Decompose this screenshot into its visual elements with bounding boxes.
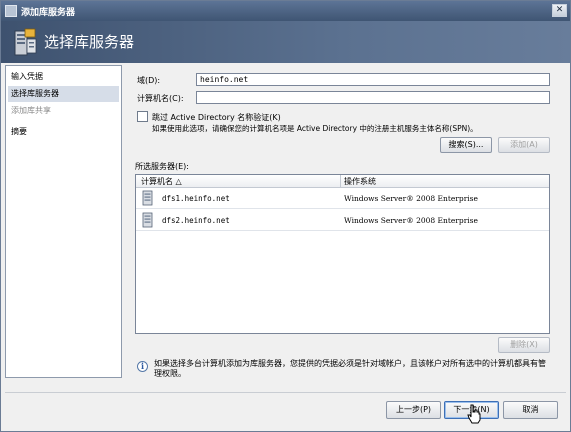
server-name: dfs1.heinfo.net bbox=[162, 194, 230, 203]
info-icon: i bbox=[137, 361, 148, 372]
window-title: 添加库服务器 bbox=[21, 8, 76, 18]
selected-servers-label: 所选服务器(E): bbox=[135, 162, 189, 171]
selected-servers-list[interactable]: 计算机名 △ 操作系统 dfs1.heinfo.net Windows Serv… bbox=[135, 174, 550, 334]
computer-name-field[interactable] bbox=[196, 91, 550, 104]
server-icon bbox=[142, 212, 153, 228]
skip-ad-validation-note: 如果使用此选项，请确保您的计算机名项是 Active Directory 中的注… bbox=[152, 124, 478, 133]
back-button[interactable]: 上一步(P) bbox=[386, 401, 441, 419]
wizard-banner: 选择库服务器 bbox=[1, 21, 570, 63]
table-row[interactable]: dfs2.heinfo.net Windows Server® 2008 Ent… bbox=[136, 210, 549, 231]
sidebar-item-enter-credentials[interactable]: 输入凭据 bbox=[8, 69, 119, 85]
server-os: Windows Server® 2008 Enterprise bbox=[344, 194, 478, 203]
sidebar-item-add-library-shares[interactable]: 添加库共享 bbox=[8, 103, 119, 119]
library-server-icon bbox=[14, 28, 37, 56]
page-heading: 选择库服务器 bbox=[44, 33, 135, 51]
list-header: 计算机名 △ 操作系统 bbox=[136, 175, 549, 188]
footer-divider bbox=[5, 392, 566, 393]
computer-name-label: 计算机名(C): bbox=[137, 94, 184, 103]
server-icon bbox=[142, 190, 153, 206]
server-os: Windows Server® 2008 Enterprise bbox=[344, 216, 478, 225]
skip-ad-validation-checkbox[interactable] bbox=[137, 111, 148, 122]
wizard-content: 域(D): heinfo.net 计算机名(C): 跳过 Active Dire… bbox=[126, 65, 566, 381]
info-text: 如果选择多台计算机添加为库服务器，您提供的凭据必须是针对域帐户，且该帐户对所有选… bbox=[154, 359, 546, 378]
app-icon bbox=[5, 5, 17, 17]
server-name: dfs2.heinfo.net bbox=[162, 216, 230, 225]
column-header-operating-system[interactable]: 操作系统 bbox=[344, 176, 376, 187]
column-header-computer-name[interactable]: 计算机名 △ bbox=[141, 176, 182, 187]
wizard-steps-sidebar: 输入凭据 选择库服务器 添加库共享 摘要 bbox=[5, 65, 122, 378]
domain-field[interactable]: heinfo.net bbox=[196, 73, 550, 86]
info-message: i 如果选择多台计算机添加为库服务器，您提供的凭据必须是针对域帐户，且该帐户对所… bbox=[135, 358, 550, 380]
remove-button[interactable]: 删除(X) bbox=[498, 337, 550, 353]
title-bar[interactable]: 添加库服务器 ✕ bbox=[1, 1, 570, 21]
add-button[interactable]: 添加(A) bbox=[498, 137, 550, 153]
close-button[interactable]: ✕ bbox=[552, 4, 567, 17]
search-button[interactable]: 搜索(S)... bbox=[440, 137, 492, 153]
mouse-pointer-hand-icon bbox=[467, 404, 481, 424]
domain-label: 域(D): bbox=[137, 76, 161, 85]
cancel-button[interactable]: 取消 bbox=[503, 401, 558, 419]
add-library-server-wizard: 添加库服务器 ✕ 选择库服务器 输入凭据 选择库服务器 添加库共享 摘要 域(D… bbox=[0, 0, 571, 432]
skip-ad-validation-label: 跳过 Active Directory 名称验证(K) bbox=[152, 113, 281, 122]
sidebar-item-summary[interactable]: 摘要 bbox=[8, 124, 119, 140]
column-separator[interactable] bbox=[340, 175, 341, 188]
sidebar-item-select-library-servers[interactable]: 选择库服务器 bbox=[8, 86, 119, 102]
table-row[interactable]: dfs1.heinfo.net Windows Server® 2008 Ent… bbox=[136, 188, 549, 209]
